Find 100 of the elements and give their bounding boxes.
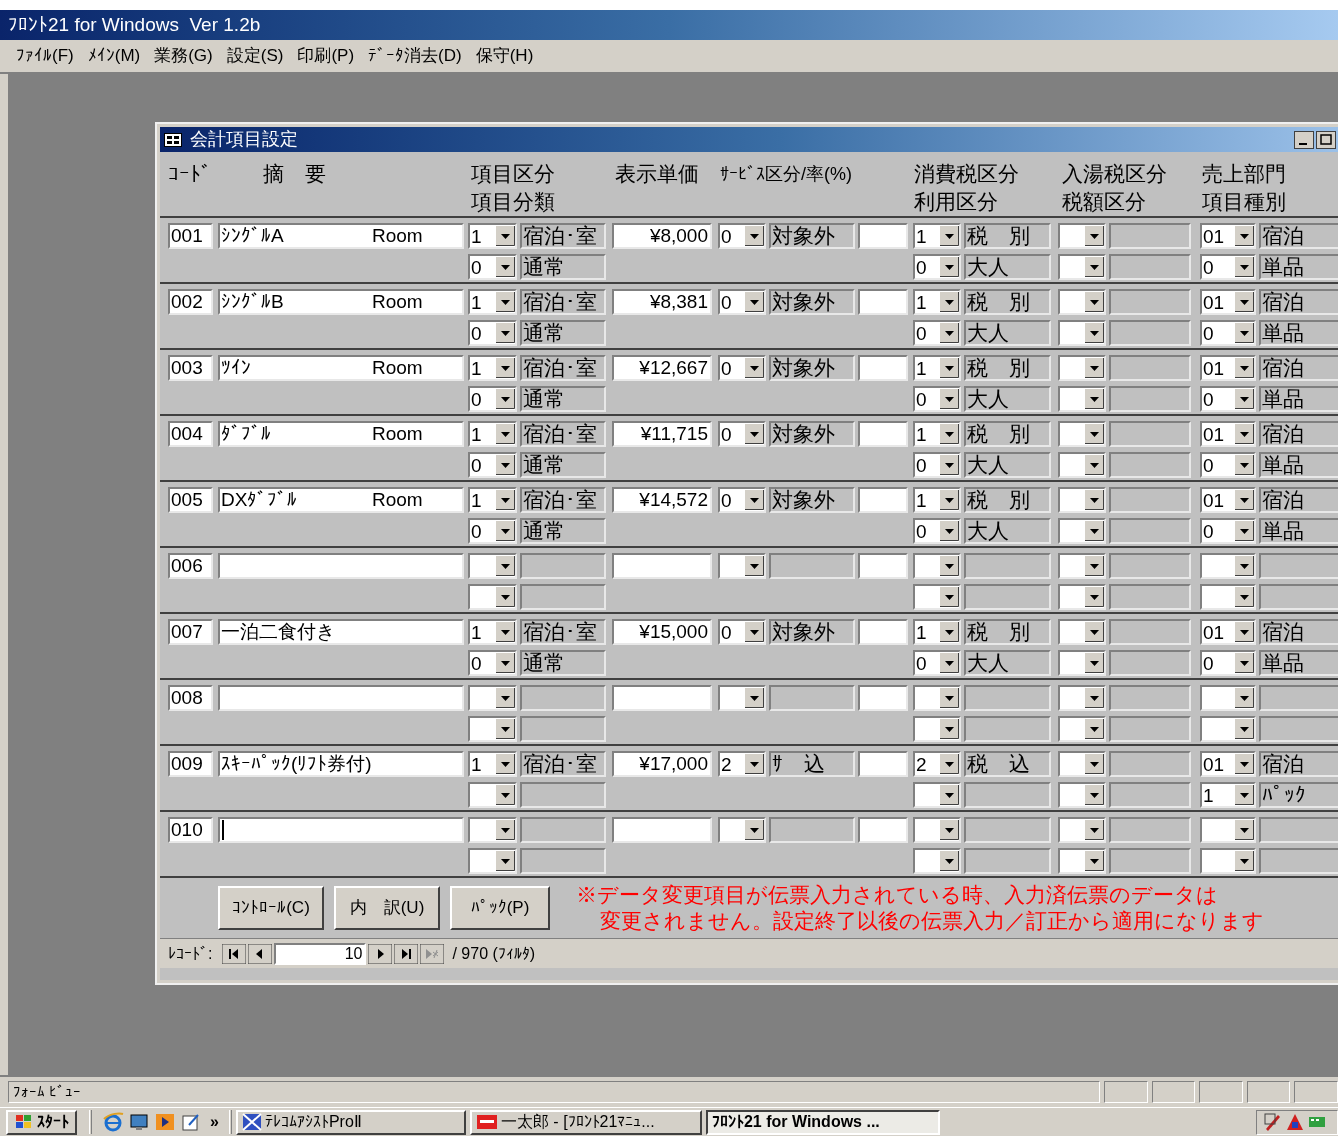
input-field[interactable]: ¥11,715: [612, 421, 712, 447]
combo-box[interactable]: 0: [1200, 386, 1256, 412]
combo-box[interactable]: 0: [913, 386, 961, 412]
combo-box[interactable]: 0: [468, 386, 517, 412]
combo-box[interactable]: 2: [718, 751, 766, 777]
start-button[interactable]: ｽﾀｰﾄ: [6, 1109, 77, 1135]
combo-box[interactable]: 01: [1200, 751, 1256, 777]
combo-box[interactable]: 0: [468, 650, 517, 676]
combo-box[interactable]: 0: [1200, 320, 1256, 346]
combo-box[interactable]: 01: [1200, 289, 1256, 315]
action-button[interactable]: 内 訳(U): [334, 886, 440, 930]
combo-box[interactable]: 2: [913, 751, 961, 777]
input-field[interactable]: 002: [168, 289, 213, 315]
action-button[interactable]: ｺﾝﾄﾛｰﾙ(C): [218, 886, 324, 930]
column-header: 利用区分: [914, 189, 998, 215]
input-field[interactable]: 007: [168, 619, 213, 645]
input-field[interactable]: 003: [168, 355, 213, 381]
input-field[interactable]: ¥15,000: [612, 619, 712, 645]
read-only-field: 税 別: [964, 619, 1051, 645]
combo-box[interactable]: 01: [1200, 421, 1256, 447]
input-field[interactable]: ｼﾝｸﾞﾙA Room: [218, 223, 464, 249]
combo-box[interactable]: 01: [1200, 355, 1256, 381]
input-field[interactable]: ¥14,572: [612, 487, 712, 513]
combo-box[interactable]: 0: [718, 289, 766, 315]
combo-box[interactable]: 1: [913, 619, 961, 645]
menu-item[interactable]: 設定(S): [226, 43, 284, 69]
menu-item[interactable]: 保守(H): [475, 43, 534, 69]
combo-box[interactable]: 1: [468, 355, 517, 381]
combo-box[interactable]: 0: [913, 650, 961, 676]
input-field[interactable]: 005: [168, 487, 213, 513]
combo-box[interactable]: 0: [718, 355, 766, 381]
menu-item[interactable]: 印刷(P): [297, 43, 355, 69]
read-only-field: 大人: [964, 320, 1051, 346]
input-field[interactable]: 010: [168, 817, 213, 843]
taskbar-button[interactable]: 一太郎 - [ﾌﾛﾝﾄ21ﾏﾆｭ...: [469, 1109, 702, 1135]
read-only-field: 宿泊: [1259, 355, 1338, 381]
record-number-field[interactable]: 10: [274, 942, 367, 965]
combo-box[interactable]: 0: [468, 254, 517, 280]
combo-box[interactable]: 1: [1200, 782, 1256, 808]
combo-box[interactable]: 1: [468, 421, 517, 447]
combo-box[interactable]: 0: [1200, 518, 1256, 544]
combo-box[interactable]: 0: [913, 518, 961, 544]
read-only-field: 対象外: [769, 289, 855, 315]
combo-box[interactable]: 0: [468, 518, 517, 544]
combo-box[interactable]: 1: [468, 619, 517, 645]
combo-box[interactable]: 1: [468, 487, 517, 513]
combo-box[interactable]: 1: [913, 487, 961, 513]
taskbar-button[interactable]: ﾌﾛﾝﾄ21 for Windows ...: [705, 1109, 940, 1135]
combo-box[interactable]: 0: [718, 421, 766, 447]
input-field[interactable]: DXﾀﾞﾌﾞﾙ Room: [218, 487, 464, 513]
column-header: 項目分類: [471, 189, 555, 215]
combo-box[interactable]: 1: [913, 421, 961, 447]
combo-box[interactable]: 0: [718, 619, 766, 645]
read-only-field: 単品: [1259, 518, 1338, 544]
input-field[interactable]: ﾀﾞﾌﾞﾙ Room: [218, 421, 464, 447]
input-field[interactable]: ¥12,667: [612, 355, 712, 381]
menu-item[interactable]: ﾃﾞｰﾀ消去(D): [368, 43, 462, 69]
input-field[interactable]: ｼﾝｸﾞﾙB Room: [218, 289, 464, 315]
menu-item[interactable]: 業務(G): [154, 43, 213, 69]
input-field[interactable]: 008: [168, 685, 213, 711]
read-only-field: 宿泊･室: [520, 355, 606, 381]
chevron[interactable]: »: [210, 1110, 219, 1134]
combo-box[interactable]: 0: [1200, 254, 1256, 280]
combo-box[interactable]: 1: [913, 289, 961, 315]
input-field[interactable]: 006: [168, 553, 213, 579]
combo-box[interactable]: 0: [718, 487, 766, 513]
combo-box[interactable]: 01: [1200, 487, 1256, 513]
combo-box[interactable]: 0: [1200, 452, 1256, 478]
input-field[interactable]: ¥8,381: [612, 289, 712, 315]
combo-box[interactable]: 0: [1200, 650, 1256, 676]
taskbar-button[interactable]: ﾃﾚｺﾑｱｼｽﾄProⅡ: [235, 1109, 466, 1135]
combo-box[interactable]: 1: [913, 223, 961, 249]
combo-box[interactable]: 01: [1200, 223, 1256, 249]
combo-box[interactable]: 0: [913, 452, 961, 478]
combo-box[interactable]: 0: [718, 223, 766, 249]
combo-box[interactable]: 0: [468, 452, 517, 478]
combo-box[interactable]: 01: [1200, 619, 1256, 645]
combo-box[interactable]: 1: [913, 355, 961, 381]
action-button[interactable]: ﾊﾟｯｸ(P): [450, 886, 550, 930]
input-field[interactable]: 009: [168, 751, 213, 777]
input-field[interactable]: ｽｷｰﾊﾟｯｸ(ﾘﾌﾄ券付): [218, 751, 464, 777]
status-text: ﾌｫｰﾑ ﾋﾞｭｰ: [8, 1081, 1100, 1103]
combo-box[interactable]: 0: [913, 254, 961, 280]
combo-box[interactable]: 0: [913, 320, 961, 346]
input-field[interactable]: ﾂｲﾝ Room: [218, 355, 464, 381]
input-field[interactable]: 001: [168, 223, 213, 249]
combo-box[interactable]: 1: [468, 289, 517, 315]
input-field[interactable]: ¥8,000: [612, 223, 712, 249]
column-header: 売上部門: [1202, 161, 1286, 187]
combo-box[interactable]: 1: [468, 223, 517, 249]
input-field[interactable]: 一泊二食付き: [218, 619, 464, 645]
column-header: 項目区分: [471, 161, 555, 187]
combo-box[interactable]: 1: [468, 751, 517, 777]
menu-item[interactable]: ﾒｲﾝ(M): [87, 43, 141, 69]
combo-box[interactable]: 0: [468, 320, 517, 346]
menu-item[interactable]: ﾌｧｲﾙ(F): [16, 43, 74, 69]
read-only-field: 税 別: [964, 289, 1051, 315]
read-only-field: 宿泊･室: [520, 421, 606, 447]
input-field[interactable]: ¥17,000: [612, 751, 712, 777]
input-field[interactable]: 004: [168, 421, 213, 447]
